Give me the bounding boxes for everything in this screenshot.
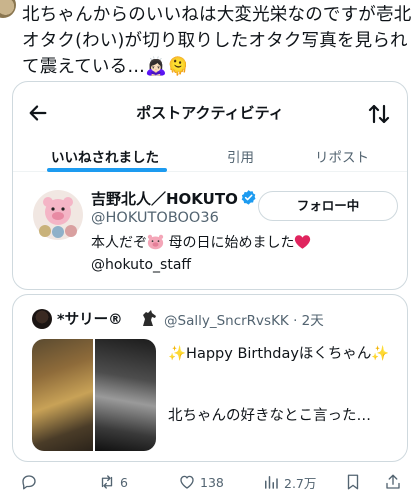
bookmark-icon <box>347 474 359 490</box>
tweet-author-avatar[interactable] <box>32 309 52 329</box>
tab-reposts[interactable]: リポスト <box>315 146 369 166</box>
verified-icon <box>241 190 256 205</box>
tab-likes[interactable]: いいねされました <box>51 146 159 166</box>
bio-text-a: 本人だぞ <box>91 235 147 251</box>
like-icon <box>180 475 194 489</box>
user-handle: @HOKUTOBOO36 <box>91 210 219 226</box>
tweet-author-name[interactable]: *サリー® <box>57 308 123 329</box>
repost-count: 6 <box>120 474 128 490</box>
tweet-photo-1[interactable] <box>32 339 93 451</box>
share-icon <box>386 474 400 489</box>
like-button[interactable]: 138 <box>178 472 224 492</box>
repost-icon <box>101 475 113 489</box>
tab-quotes[interactable]: 引用 <box>227 146 254 166</box>
following-button[interactable]: フォロー中 <box>258 191 398 221</box>
sort-icon[interactable] <box>367 102 391 126</box>
views-button[interactable]: 2.7万 <box>262 472 316 492</box>
tweet-text-line1: ✨Happy Birthdayほくちゃん✨ <box>168 346 390 362</box>
repost-button[interactable]: 6 <box>98 472 128 492</box>
activity-title: ポストアクティビティ <box>136 104 284 122</box>
views-count: 2.7万 <box>284 475 317 491</box>
pig-emoji-icon <box>147 234 164 250</box>
post-text: 北ちゃんからのいいねは大変光栄なのですが壱北オタク(わい)が切り取りしたオタク写… <box>22 5 412 77</box>
bookmark-button[interactable] <box>344 472 362 492</box>
action-bar: 6 138 2.7万 <box>0 468 416 496</box>
bio-text-b: 母の日に始めました <box>168 235 295 251</box>
activity-tabs: いいねされました 引用 リポスト <box>13 138 407 172</box>
tweet-text-line2: 北ちゃんの好きなとこ言った… <box>168 408 371 424</box>
tweet-handle-time: @Sally_SncrRvsKK · 2天 <box>164 313 324 329</box>
user-display-name[interactable]: 吉野北人／HOKUTO <box>91 188 238 209</box>
heart-emoji-icon <box>295 235 311 249</box>
share-button[interactable] <box>384 472 402 492</box>
reply-button[interactable] <box>20 472 38 492</box>
user-avatar[interactable] <box>33 190 83 240</box>
activity-header: ポストアクティビティ <box>13 82 407 134</box>
horse-icon <box>143 310 156 326</box>
active-tab-indicator <box>47 168 167 172</box>
quoted-tweet[interactable]: *サリー® @Sally_SncrRvsKK · 2天 ✨Happy Birth… <box>12 294 408 462</box>
views-icon <box>265 476 278 489</box>
author-avatar[interactable] <box>0 0 16 18</box>
tweet-photo-2[interactable] <box>95 339 156 451</box>
bio-staff-link[interactable]: @hokuto_staff <box>91 257 191 273</box>
user-bio: 本人だぞ 母の日に始めました @hokuto_staff <box>91 232 391 276</box>
like-count: 138 <box>200 474 224 490</box>
reply-icon <box>22 475 36 490</box>
tweet-media[interactable] <box>32 339 156 451</box>
quoted-screenshot-card[interactable]: ポストアクティビティ いいねされました 引用 リポスト 吉野北人／HOKUTO … <box>12 81 408 290</box>
